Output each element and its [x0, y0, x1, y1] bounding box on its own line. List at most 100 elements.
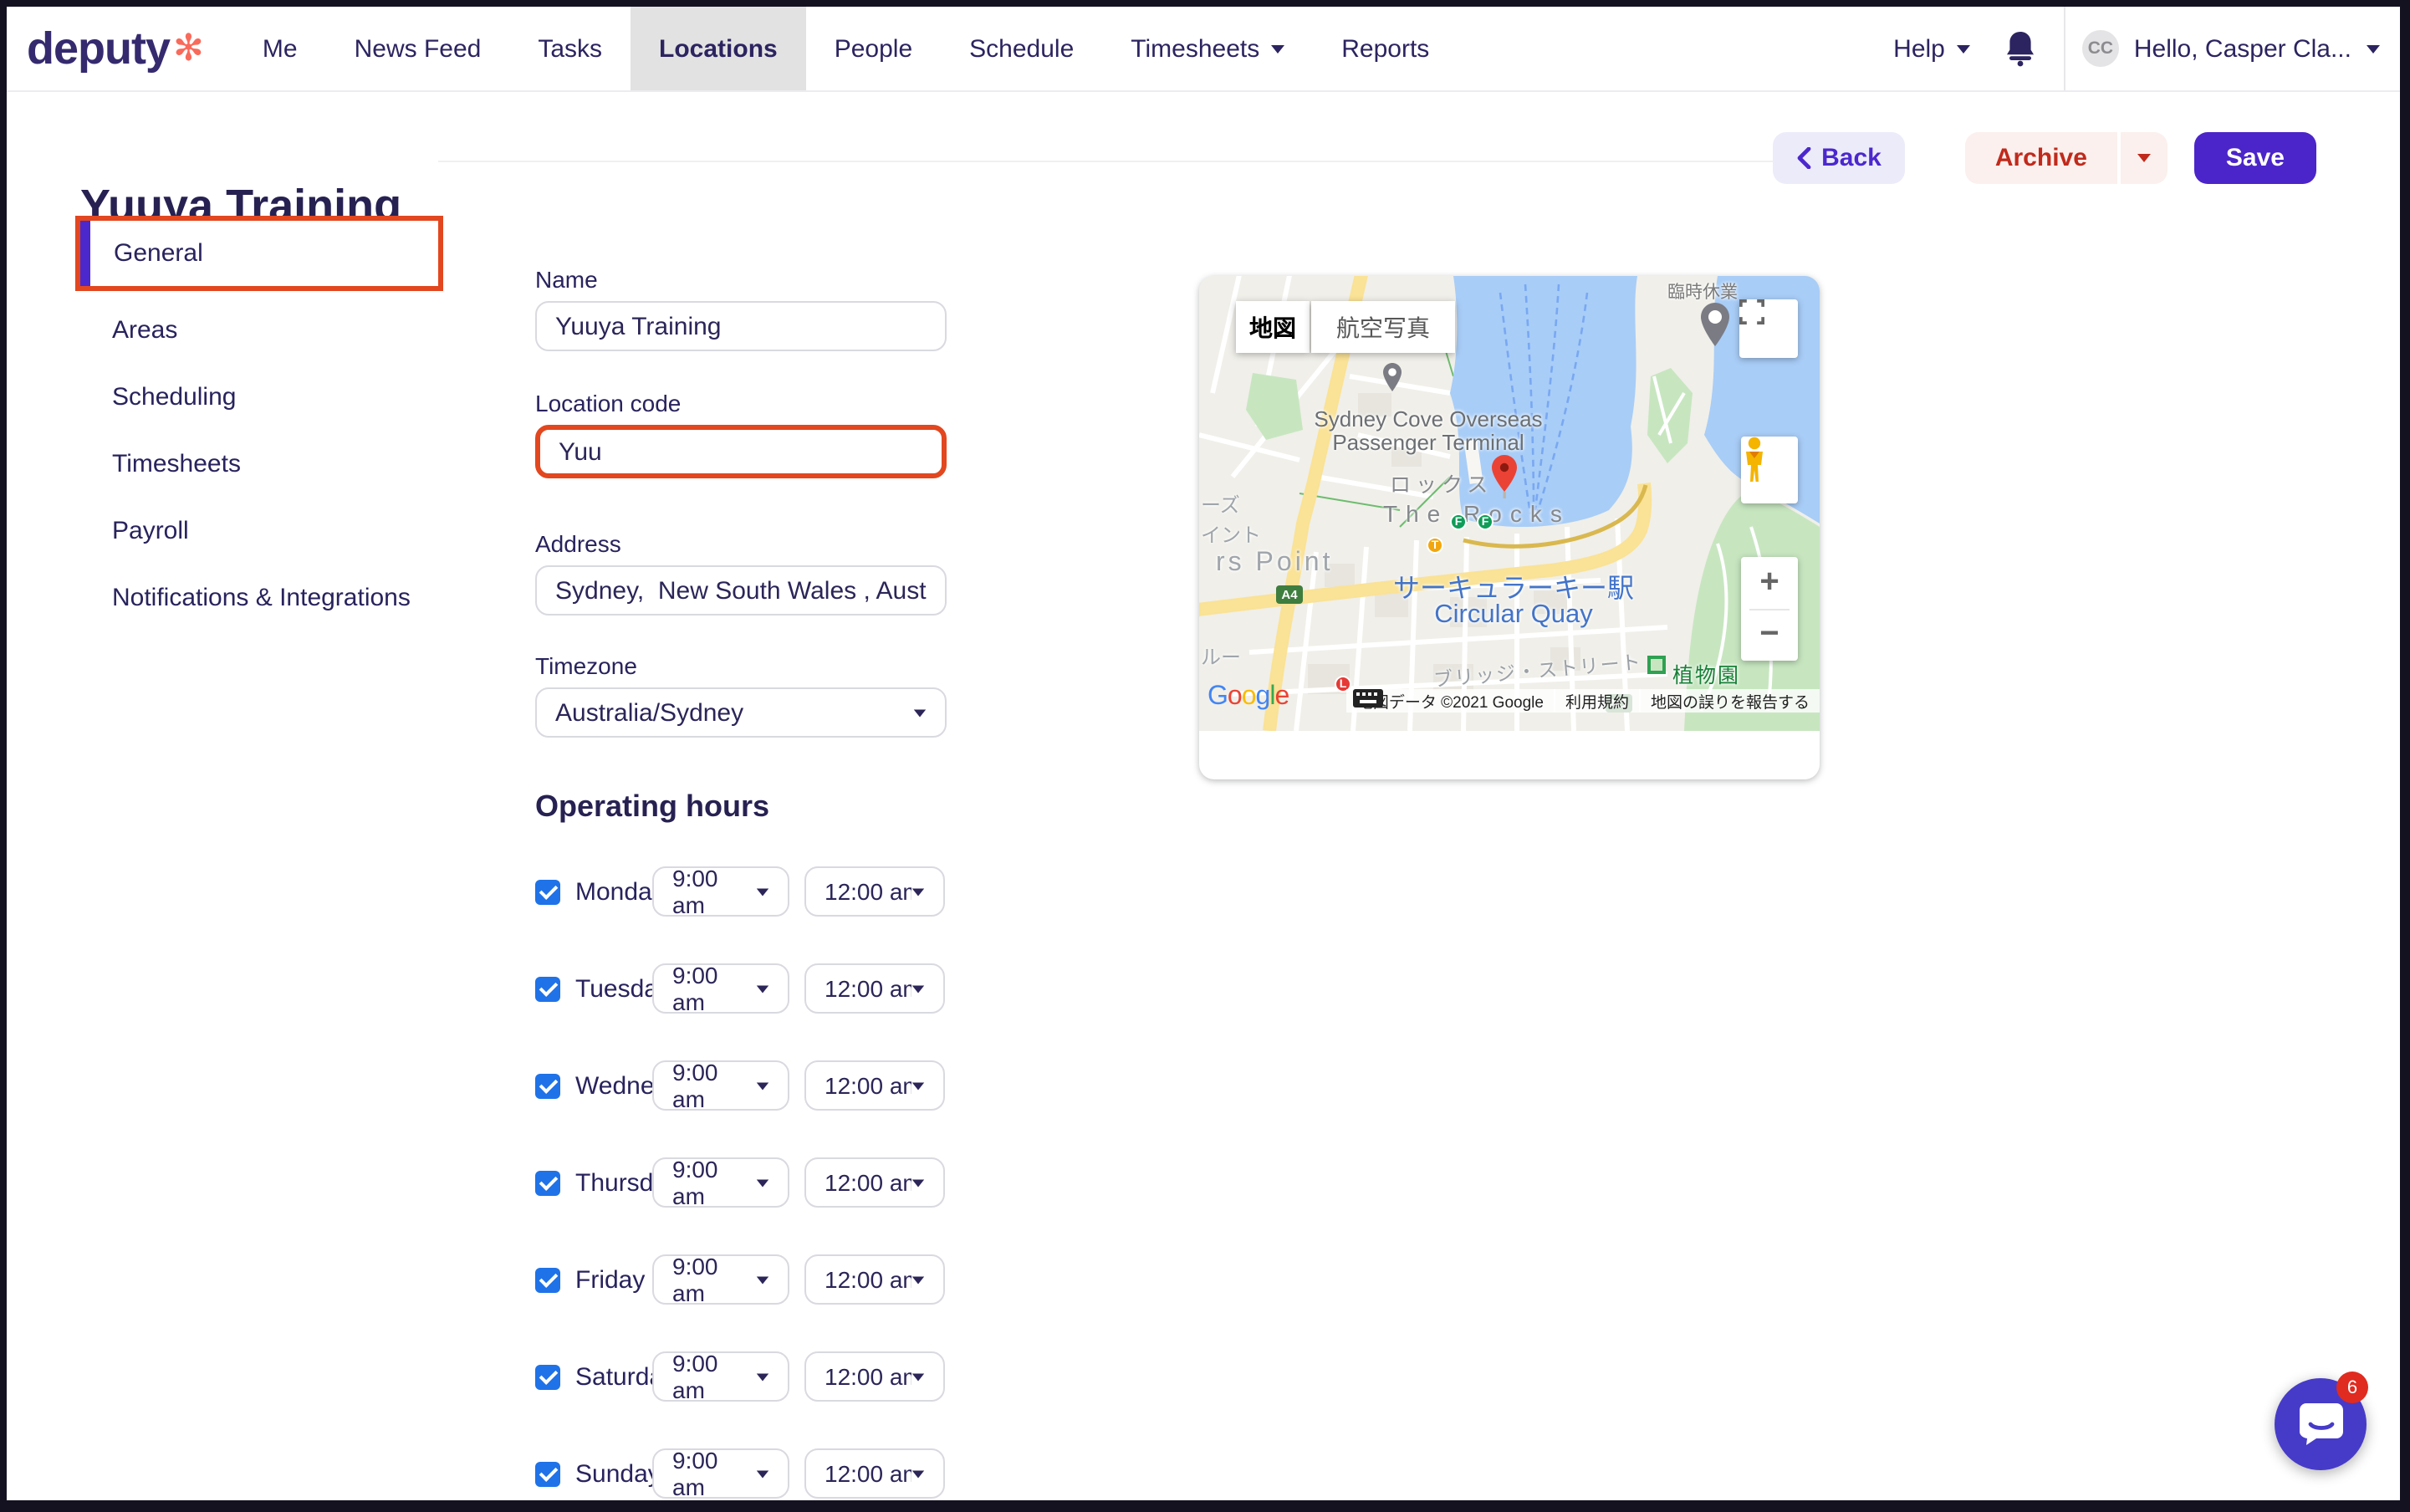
map-report-error-link[interactable]: 地図の誤りを報告する — [1639, 689, 1820, 713]
map-label-rs-point: rs Point — [1216, 549, 1334, 579]
map-label-terminal-line2: Passenger Terminal — [1294, 432, 1562, 455]
chat-launcher-button[interactable]: 6 — [2275, 1378, 2367, 1470]
operating-hours-row: Wednesday 9:00 am 12:00 am (next day) — [535, 1060, 943, 1111]
start-time-select[interactable]: 9:00 am — [652, 1448, 789, 1499]
bell-icon — [2004, 30, 2037, 67]
park-icon — [1647, 656, 1666, 674]
end-time-select[interactable]: 12:00 am (next day) — [804, 866, 945, 917]
end-time-select[interactable]: 12:00 am (next day) — [804, 1254, 945, 1305]
chevron-down-icon — [1271, 44, 1284, 53]
map-fullscreen-button[interactable] — [1739, 299, 1798, 358]
day-toggle: Sunday — [535, 1459, 652, 1488]
nav-tab-tasks[interactable]: Tasks — [509, 7, 631, 90]
map-label-rocks-jp: ロックス — [1390, 467, 1493, 498]
day-checkbox[interactable] — [535, 1461, 560, 1486]
start-time-select[interactable]: 9:00 am — [652, 866, 789, 917]
nav-tab-people[interactable]: People — [806, 7, 941, 90]
start-time-select[interactable]: 9:00 am — [652, 1351, 789, 1402]
address-input[interactable] — [535, 565, 947, 616]
day-checkbox[interactable] — [535, 1267, 560, 1292]
nav-tab-schedule[interactable]: Schedule — [941, 7, 1102, 90]
sidebar-item-payroll[interactable]: Payroll — [75, 497, 443, 564]
map-type-map-button[interactable]: 地図 — [1236, 301, 1310, 353]
sidebar-item-timesheets[interactable]: Timesheets — [75, 430, 443, 497]
chevron-down-icon — [912, 985, 924, 993]
save-button[interactable]: Save — [2194, 132, 2316, 184]
location-map-card: 臨時休業 Sydney Cove Overseas Passenger Term… — [1199, 276, 1820, 779]
street-view-pegman[interactable] — [1741, 437, 1798, 503]
archive-button[interactable]: Archive — [1965, 132, 2117, 184]
operating-hours-list: Monday 9:00 am 12:00 am (next day) — [535, 866, 947, 1499]
end-time-select[interactable]: 12:00 am (next day) — [804, 963, 945, 1014]
start-time-select[interactable]: 9:00 am — [652, 1060, 789, 1111]
timezone-select[interactable]: Australia/Sydney — [535, 687, 947, 738]
start-time-select[interactable]: 9:00 am — [652, 1157, 789, 1208]
chat-unread-badge: 6 — [2336, 1372, 2368, 1403]
location-code-input[interactable] — [535, 425, 947, 478]
end-time-value: 12:00 am (next day) — [825, 1072, 911, 1099]
chevron-down-icon — [757, 1082, 768, 1090]
end-time-select[interactable]: 12:00 am (next day) — [804, 1351, 945, 1402]
keyboard-shortcuts-icon[interactable] — [1354, 689, 1384, 707]
map-type-satellite-button[interactable]: 航空写真 — [1311, 301, 1455, 353]
end-time-select[interactable]: 12:00 am (next day) — [804, 1448, 945, 1499]
nav-tab-timesheets[interactable]: Timesheets — [1102, 7, 1313, 90]
map-terms-link[interactable]: 利用規約 — [1554, 689, 1639, 713]
map-label-point-fragment-3: ルー — [1201, 642, 1241, 671]
day-checkbox[interactable] — [535, 1073, 560, 1098]
sidebar-item-areas[interactable]: Areas — [75, 296, 443, 363]
sidebar-item-notifications-integrations[interactable]: Notifications & Integrations — [75, 564, 443, 631]
notifications-bell-button[interactable] — [1987, 30, 2054, 67]
deputy-pinwheel-icon: ✻ — [173, 27, 204, 70]
deputy-logo[interactable]: deputy ✻ — [7, 7, 234, 90]
nav-tab-me[interactable]: Me — [234, 7, 326, 90]
operating-hours-row: Sunday 9:00 am 12:00 am (next day) — [535, 1448, 943, 1499]
top-navigation: deputy ✻ Me News Feed Tasks Locations Pe… — [7, 7, 2400, 92]
sidebar-item-general[interactable]: General — [75, 216, 443, 291]
nav-tab-news-feed[interactable]: News Feed — [326, 7, 510, 90]
start-time-value: 9:00 am — [672, 1059, 756, 1112]
help-menu[interactable]: Help — [1876, 34, 1987, 63]
sidebar-item-scheduling[interactable]: Scheduling — [75, 363, 443, 430]
day-label: Sunday — [575, 1459, 661, 1488]
map-label-closed-notice: 臨時休業 — [1667, 279, 1738, 304]
start-time-select[interactable]: 9:00 am — [652, 963, 789, 1014]
end-time-select[interactable]: 12:00 am (next day) — [804, 1060, 945, 1111]
day-label: Monday — [575, 877, 665, 906]
day-checkbox[interactable] — [535, 1364, 560, 1389]
day-toggle: Friday — [535, 1265, 652, 1294]
start-time-select[interactable]: 9:00 am — [652, 1254, 789, 1305]
day-checkbox[interactable] — [535, 1170, 560, 1195]
back-button[interactable]: Back — [1773, 132, 1905, 184]
name-input[interactable] — [535, 301, 947, 351]
zoom-in-button[interactable]: + — [1741, 557, 1798, 608]
google-logo[interactable]: Google — [1208, 682, 1289, 713]
map-label-garden: 植物園 — [1672, 657, 1740, 689]
chevron-down-icon — [912, 1179, 924, 1187]
day-checkbox[interactable] — [535, 879, 560, 904]
chevron-down-icon — [757, 1470, 768, 1478]
chevron-down-icon — [912, 1276, 924, 1284]
archive-dropdown-button[interactable] — [2121, 132, 2167, 184]
end-time-value: 12:00 am (next day) — [825, 1169, 911, 1196]
day-checkbox[interactable] — [535, 976, 560, 1001]
google-map[interactable]: 臨時休業 Sydney Cove Overseas Passenger Term… — [1199, 276, 1820, 731]
user-avatar[interactable]: CC — [2082, 30, 2119, 67]
chevron-down-icon — [2367, 44, 2380, 53]
end-time-value: 12:00 am (next day) — [825, 975, 911, 1002]
start-time-value: 9:00 am — [672, 1447, 756, 1500]
check-icon — [539, 881, 558, 900]
nav-tab-locations[interactable]: Locations — [631, 7, 806, 90]
operating-hours-row: Friday 9:00 am 12:00 am (next day) — [535, 1254, 943, 1305]
chevron-down-icon — [912, 888, 924, 896]
timezone-label: Timezone — [535, 652, 947, 682]
end-time-value: 12:00 am (next day) — [825, 1460, 911, 1487]
user-menu[interactable]: Hello, Casper Cla... — [2134, 34, 2380, 63]
nav-tab-reports[interactable]: Reports — [1313, 7, 1458, 90]
operating-hours-row: Saturday 9:00 am 12:00 am (next day) — [535, 1351, 943, 1402]
deputy-wordmark: deputy — [27, 23, 170, 74]
end-time-select[interactable]: 12:00 am (next day) — [804, 1157, 945, 1208]
day-toggle: Wednesday — [535, 1071, 652, 1100]
zoom-out-button[interactable]: − — [1741, 610, 1798, 661]
sidebar-item-label: General — [114, 239, 203, 268]
